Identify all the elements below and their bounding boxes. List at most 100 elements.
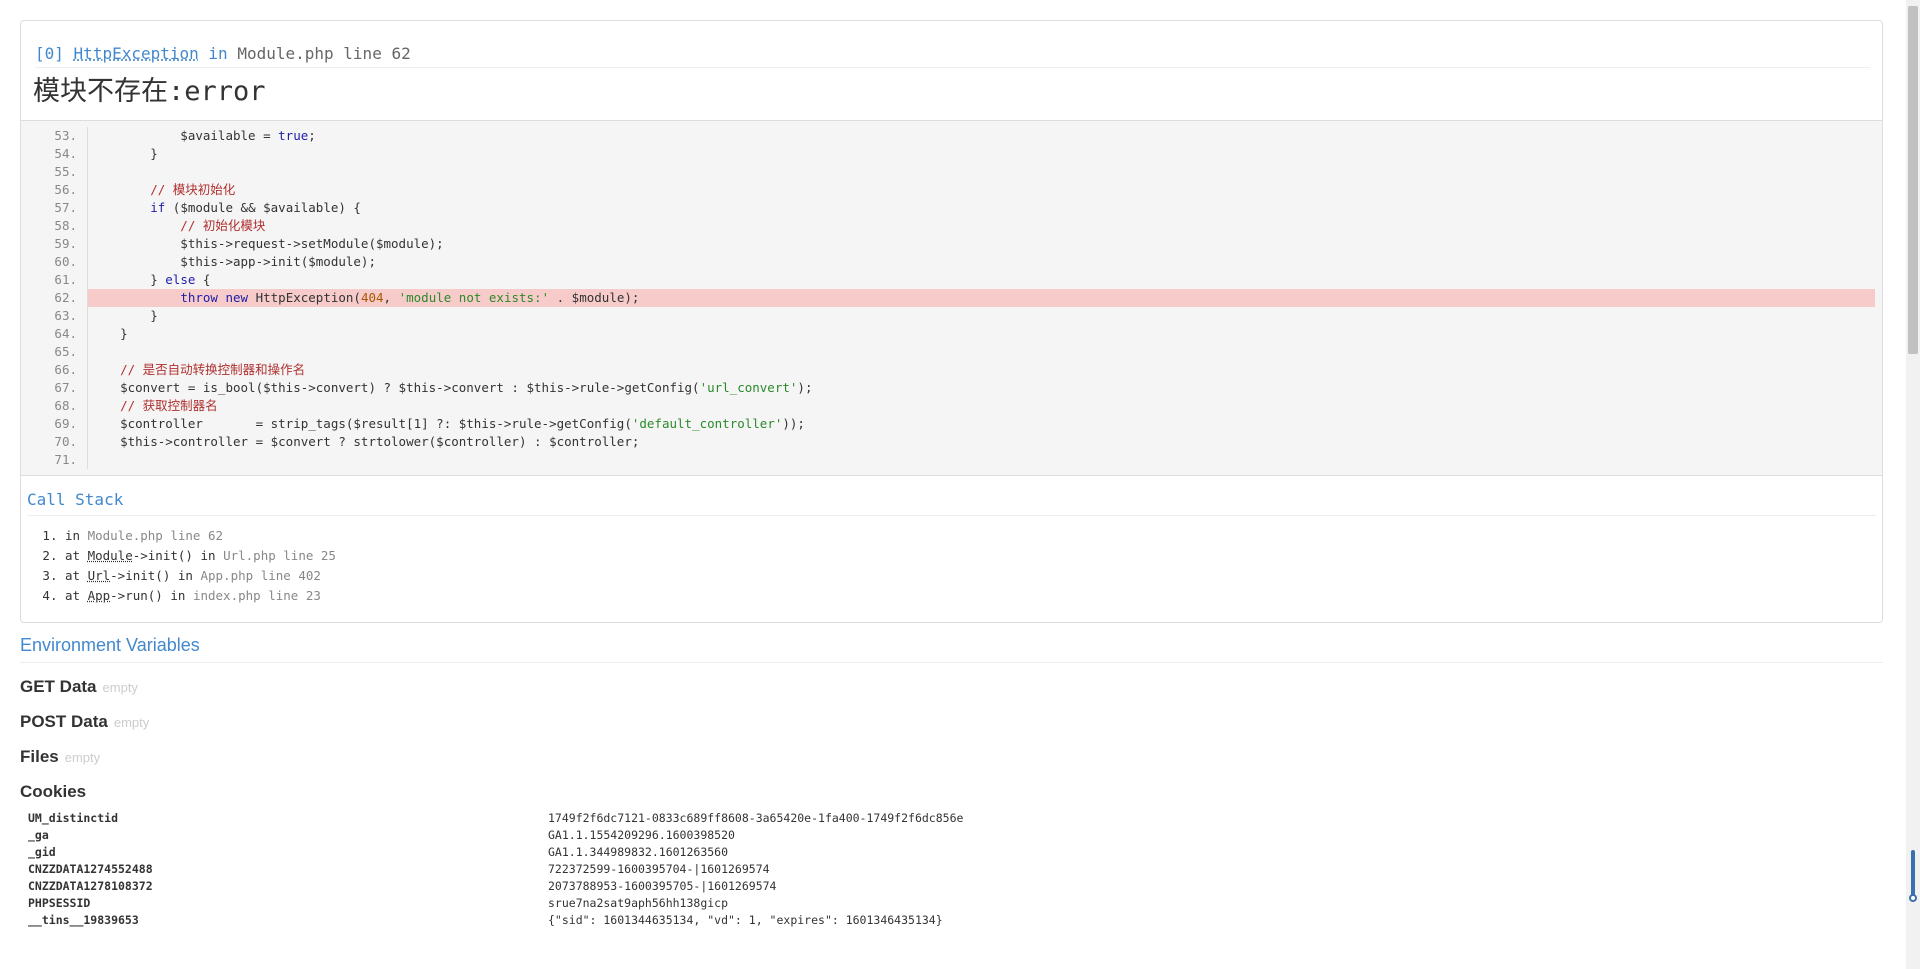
code-line-highlighted: throw new HttpException(404, 'module not… [88, 289, 1875, 307]
line-number: 63. [54, 308, 77, 323]
line-number: 53. [54, 128, 77, 143]
line-number: 68. [54, 398, 77, 413]
thermometer-icon [1909, 850, 1917, 906]
stack-prefix: in [65, 528, 88, 543]
cookie-row: CNZZDATA1274552488 722372599-1600395704-|… [20, 861, 1883, 878]
call-stack-item: at App->run() in index.php line 23 [65, 586, 1876, 606]
code-line: ​ [88, 163, 1875, 181]
line-number: 57. [54, 200, 77, 215]
stack-class[interactable]: App [88, 588, 111, 603]
cookie-value: GA1.1.1554209296.1600398520 [548, 828, 735, 842]
scrollbar-thumb[interactable] [1908, 6, 1918, 354]
line-number: 65. [54, 344, 77, 359]
code-line: } [90, 146, 158, 161]
code-line: $controller = strip_tags($result[1] ?: $… [90, 416, 805, 431]
cookie-value: 1749f2f6dc7121-0833c689ff8608-3a65420e-1… [548, 811, 964, 825]
cookie-name: CNZZDATA1278108372 [28, 879, 153, 893]
line-number: 70. [54, 434, 77, 449]
stack-prefix: at [65, 588, 88, 603]
call-stack-title: Call Stack [27, 490, 1876, 516]
line-number: 56. [54, 182, 77, 197]
call-stack-item: in Module.php line 62 [65, 526, 1876, 546]
line-number: 62. [54, 290, 77, 305]
stack-class[interactable]: Module [88, 548, 133, 563]
code-line: ​ [88, 451, 1875, 469]
exception-location: Module.php line 62 [237, 44, 411, 63]
code-line: // 是否自动转换控制器和操作名 [90, 362, 306, 377]
stack-in-word: in [170, 568, 201, 583]
files-heading: Files empty [20, 747, 1883, 768]
get-data-heading: GET Data empty [20, 677, 1883, 698]
exception-index: [0] [35, 44, 64, 63]
line-number: 55. [54, 164, 77, 179]
stack-in-word: in [162, 588, 193, 603]
stack-in-word: in [192, 548, 224, 563]
call-stack-list: in Module.php line 62at Module->init() i… [27, 526, 1876, 606]
line-number: 59. [54, 236, 77, 251]
code-line: $available = true; [90, 128, 316, 143]
cookie-name: _gid [28, 845, 56, 859]
exception-info: [0] HttpException in Module.php line 62 … [21, 21, 1882, 120]
exception-message: 模块不存在:error [33, 76, 266, 107]
source-code-block: 53. 54. 55. 56. 57. 58. 59. 60. 61. 62. 63. 64. 65. 6… [21, 120, 1882, 476]
stack-method: ->init() [110, 568, 171, 583]
line-number: 60. [54, 254, 77, 269]
code-line: if ($module && $available) { [150, 200, 361, 215]
cookies-label: Cookies [20, 782, 87, 801]
cookies-table: UM_distinctid 1749f2f6dc7121-0833c689ff86… [20, 810, 1883, 929]
cookie-name: _ga [28, 828, 49, 842]
cookie-row: _ga GA1.1.1554209296.1600398520 [20, 827, 1883, 844]
code-line: } [90, 326, 128, 341]
cookie-name: CNZZDATA1274552488 [28, 862, 153, 876]
env-title: Environment Variables [20, 635, 1883, 663]
line-numbers: 53. 54. 55. 56. 57. 58. 59. 60. 61. 62. 63. 64. 65. 6… [21, 127, 88, 469]
cookie-value: GA1.1.344989832.1601263560 [548, 845, 729, 859]
cookies-heading: Cookies [20, 782, 1883, 802]
cookie-row: _gid GA1.1.344989832.1601263560 [20, 844, 1883, 861]
cookie-value: {"sid": 1601344635134, "vd": 1, "expires… [548, 913, 943, 927]
cookie-row: UM_distinctid 1749f2f6dc7121-0833c689ff86… [20, 810, 1883, 827]
code-line: // 获取控制器名 [90, 398, 218, 413]
line-number: 67. [54, 380, 77, 395]
line-number: 61. [54, 272, 77, 287]
call-stack-item: at Url->init() in App.php line 402 [65, 566, 1876, 586]
vertical-scrollbar[interactable] [1906, 0, 1920, 969]
cookie-row: CNZZDATA1278108372 2073788953-1600395705-… [20, 878, 1883, 895]
exception-panel: [0] HttpException in Module.php line 62 … [20, 20, 1883, 623]
code-line: ​ [88, 343, 1875, 361]
code-lines: $available = true; } ​ // 模块初始化 if ($modu… [88, 127, 1875, 469]
error-page: [0] HttpException in Module.php line 62 … [20, 20, 1883, 929]
line-number: 54. [54, 146, 77, 161]
get-data-empty: empty [102, 680, 138, 695]
line-number: 69. [54, 416, 77, 431]
cookie-name: PHPSESSID [28, 896, 91, 910]
code-line: } else { [90, 272, 211, 287]
cookie-name: UM_distinctid [28, 811, 119, 825]
call-stack: Call Stack in Module.php line 62at Modul… [21, 476, 1882, 622]
exception-title: [0] HttpException in Module.php line 62 [35, 43, 1870, 68]
post-data-label: POST Data [20, 712, 108, 731]
stack-prefix: at [65, 548, 88, 563]
cookie-row: PHPSESSID srue7na2sat9aph56hh138gicp [20, 895, 1883, 912]
environment-section: Environment Variables GET Data empty POST… [20, 635, 1883, 929]
code-line: // 模块初始化 [90, 182, 236, 197]
stack-method: ->init() [132, 548, 193, 563]
code-line: $convert = is_bool($this->convert) ? $th… [90, 380, 813, 395]
line-number: 58. [54, 218, 77, 233]
exception-class-link[interactable]: HttpException [74, 44, 199, 63]
code-line: // 初始化模块 [90, 218, 266, 233]
stack-class[interactable]: Url [88, 568, 111, 583]
line-number: 66. [54, 362, 77, 377]
files-label: Files [20, 747, 59, 766]
stack-location: Url.php line 25 [223, 548, 336, 563]
stack-location: App.php line 402 [200, 568, 321, 583]
line-number: 64. [54, 326, 77, 341]
stack-prefix: at [65, 568, 88, 583]
line-number: 71. [54, 452, 77, 467]
post-data-heading: POST Data empty [20, 712, 1883, 733]
code-line: $this->controller = $convert ? strtolowe… [90, 434, 640, 449]
stack-location: index.php line 23 [192, 588, 321, 603]
get-data-label: GET Data [20, 677, 97, 696]
code-line: $this->app->init($module); [90, 254, 376, 269]
call-stack-item: at Module->init() in Url.php line 25 [65, 546, 1876, 566]
